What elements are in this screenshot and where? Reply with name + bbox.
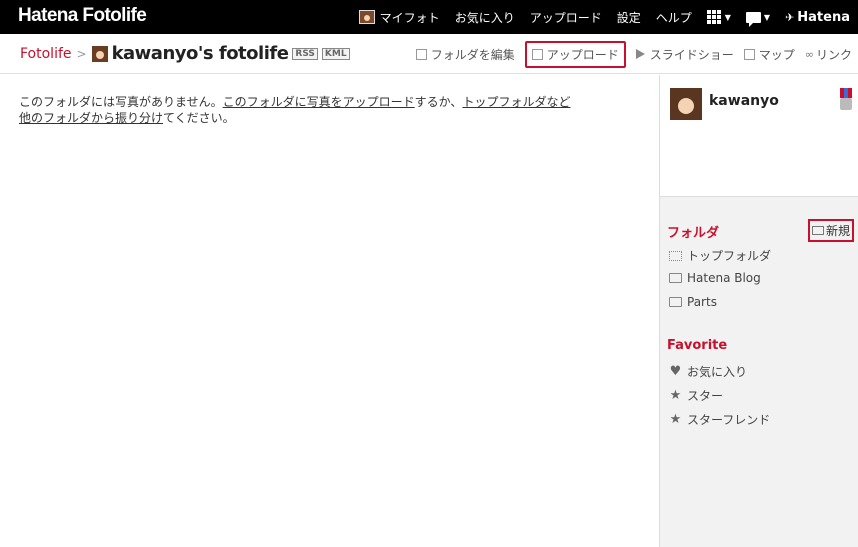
link-button[interactable]: ∞ リンク [805,46,852,63]
sidebar-item-hatena-blog[interactable]: Hatena Blog [669,271,761,285]
help-link[interactable]: ヘルプ [656,9,692,26]
heart-icon: ♥ [669,364,682,379]
my-photo-label: マイフォト [379,10,440,25]
sidebar-item-label: Parts [687,295,717,309]
apps-menu-button[interactable]: ▼ [706,10,731,24]
folder-icon [669,250,682,261]
settings-link[interactable]: 設定 [617,9,641,26]
upload-icon [531,48,543,60]
edit-folder-label: フォルダを編集 [430,47,515,62]
medal-icon[interactable] [840,88,852,110]
sidebar: kawanyo フォルダ 新規 トップフォルダ Hatena Blog Part… [659,75,858,547]
favorite-section-title: Favorite [667,338,728,353]
page-header: Fotolife > kawanyo's fotolife RSS KML フォ… [0,34,858,74]
folders-section-title: フォルダ [667,226,720,241]
header-actions: フォルダを編集 アップロード スライドショー マップ ∞ リンク [406,34,852,74]
upload-to-folder-link[interactable]: このフォルダに写真をアップロード [223,95,415,109]
map-label: マップ [758,47,795,62]
breadcrumb-separator: > [76,46,87,61]
folder-icon [669,297,682,307]
upload-button[interactable]: アップロード [524,40,626,68]
slideshow-label: スライドショー [649,47,734,62]
hatena-mark-icon: ✈ [785,10,795,24]
sidebar-item-label: スターフレンド [687,413,771,427]
sidebar-item-label: スター [687,389,724,403]
sidebar-item-top-folder[interactable]: トップフォルダ [669,247,771,264]
top-bar: Hatena Fotolife マイフォト お気に入り アップロード 設定 ヘル… [0,0,858,34]
speech-bubble-icon [745,11,761,27]
new-folder-label: 新規 [826,224,851,238]
main-content: このフォルダには写真がありません。このフォルダに写真をアップロードするか、トップ… [0,75,659,547]
sidebar-item-star[interactable]: ★ スター [669,387,723,404]
upload-label: アップロード [546,47,619,62]
username[interactable]: kawanyo [709,93,779,109]
slideshow-button[interactable]: スライドショー [635,46,734,63]
upload-nav-link[interactable]: アップロード [530,9,602,26]
avatar[interactable] [670,88,702,120]
map-button[interactable]: マップ [743,46,795,63]
hatena-brand-label: Hatena [797,9,850,25]
fotolife-logo[interactable]: Hatena Fotolife [18,5,147,27]
sidebar-item-parts[interactable]: Parts [669,295,717,309]
profile-box: kawanyo [660,75,858,197]
user-avatar-icon [358,10,375,24]
chain-link-icon: ∞ [804,47,814,61]
list-icon [415,48,427,60]
favorites-link[interactable]: お気に入り [455,9,515,26]
star-icon: ★ [669,388,682,403]
hatena-brand-link[interactable]: ✈ Hatena [785,10,850,25]
link-label: リンク [815,47,852,62]
star-icon: ★ [669,412,682,427]
fotolife-home-link[interactable]: Fotolife [20,46,72,62]
user-avatar-icon [91,45,108,62]
sidebar-item-favorites[interactable]: ♥ お気に入り [669,363,747,380]
kml-badge[interactable]: KML [321,47,350,60]
message-text-1: このフォルダには写真がありません。 [19,95,223,109]
folder-icon [669,273,682,283]
map-icon [743,48,755,60]
top-nav: マイフォト お気に入り アップロード 設定 ヘルプ ▼ ▼ ✈ Hatena [358,0,858,34]
sidebar-item-label: Hatena Blog [687,271,761,285]
notifications-button[interactable]: ▼ [745,11,771,27]
breadcrumb: Fotolife > kawanyo's fotolife RSS KML [20,43,350,64]
sidebar-item-label: お気に入り [687,365,748,379]
my-photo-link[interactable]: マイフォト [358,9,440,26]
grid-icon [706,10,721,24]
chevron-down-icon: ▼ [763,12,771,22]
play-icon [635,49,645,59]
chevron-down-icon: ▼ [724,12,731,22]
message-text-2: するか、 [414,95,463,109]
new-folder-icon [812,226,824,235]
message-text-3: てください。 [163,111,235,125]
rss-badge[interactable]: RSS [292,47,318,60]
sidebar-item-label: トップフォルダ [687,249,772,263]
edit-folder-button[interactable]: フォルダを編集 [415,46,515,63]
empty-folder-message: このフォルダには写真がありません。このフォルダに写真をアップロードするか、トップ… [19,94,579,126]
sidebar-item-star-friend[interactable]: ★ スターフレンド [669,411,771,428]
page-title[interactable]: kawanyo's fotolife [112,43,289,64]
new-folder-button[interactable]: 新規 [808,219,855,242]
